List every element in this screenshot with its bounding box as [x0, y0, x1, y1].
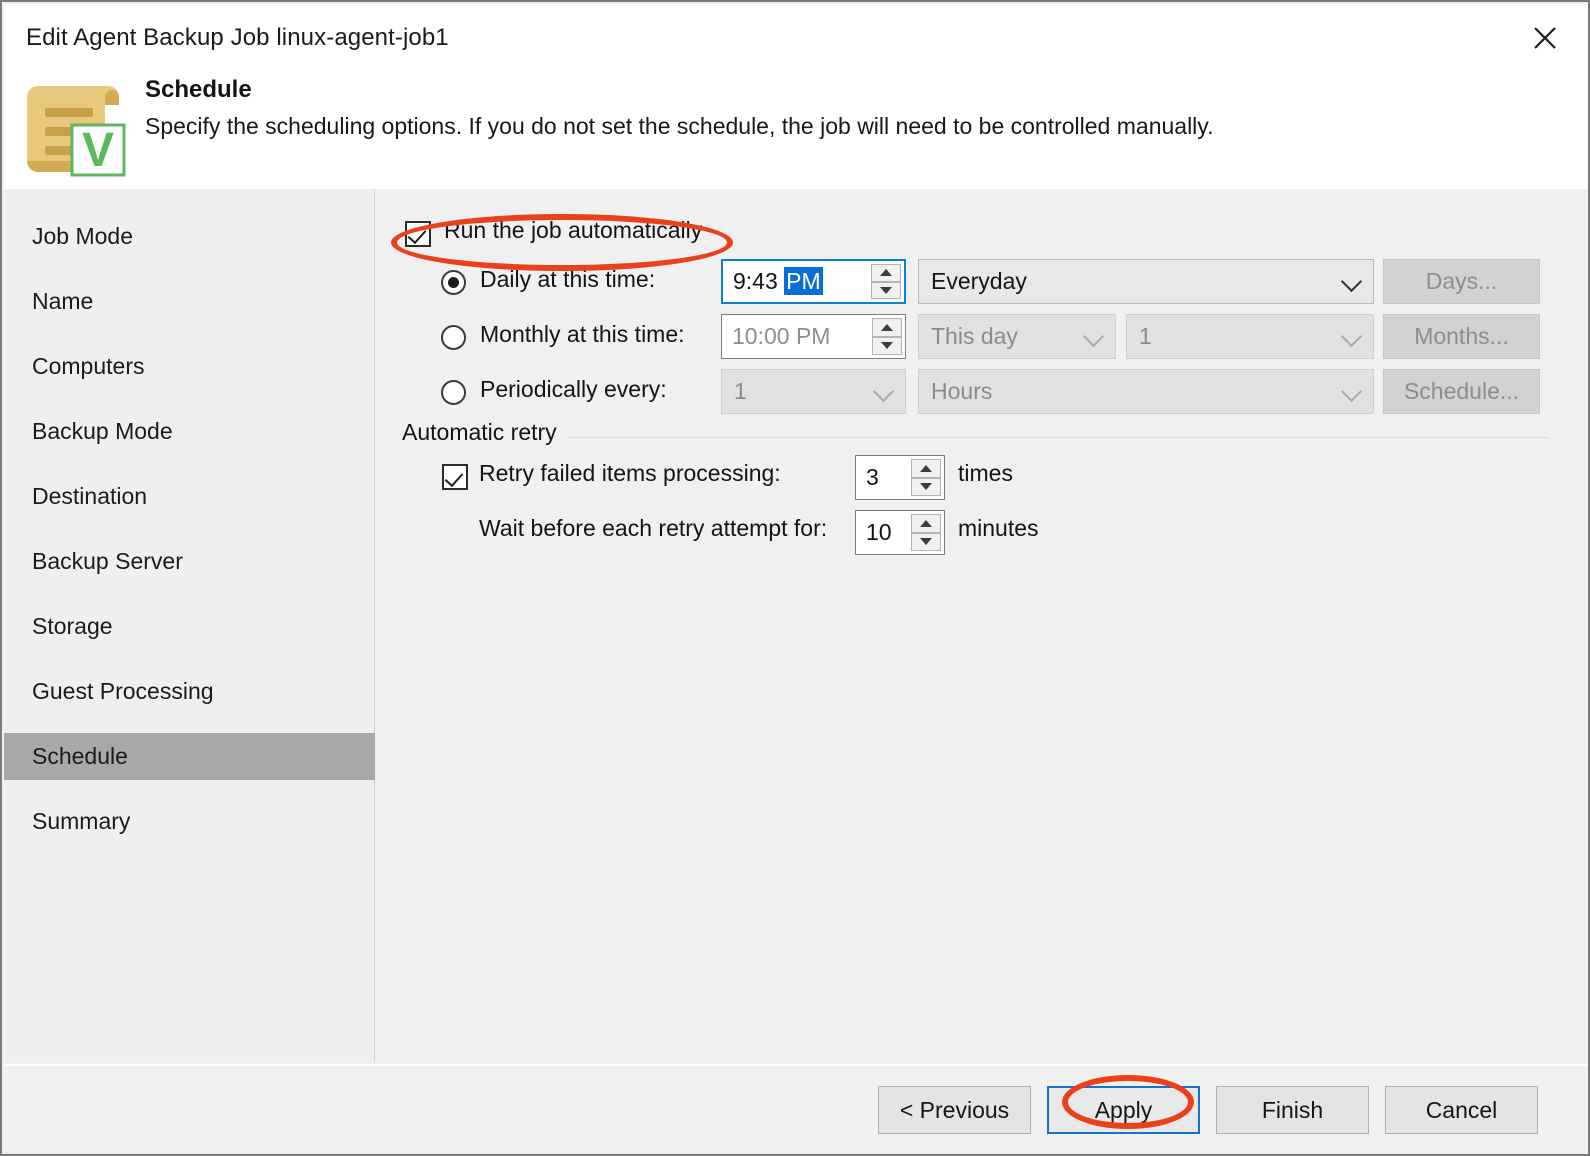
run-automatically-checkbox[interactable] [405, 221, 431, 247]
cancel-button-label: Cancel [1425, 1096, 1498, 1123]
window-title: Edit Agent Backup Job linux-agent-job1 [26, 24, 449, 51]
wait-before-retry-label: Wait before each retry attempt for: [479, 515, 828, 541]
dialog-footer: < Previous Apply Finish Cancel [4, 1064, 1588, 1154]
monthly-day-kind-dropdown[interactable]: This day [918, 314, 1116, 359]
monthly-day-kind-value: This day [931, 323, 1018, 349]
apply-button[interactable]: Apply [1047, 1086, 1200, 1134]
sidebar-item-guest-processing[interactable]: Guest Processing [4, 668, 375, 715]
retry-times-unit-label: times [958, 460, 1013, 486]
sidebar-item-backup-mode[interactable]: Backup Mode [4, 408, 375, 455]
retry-times-spin-down[interactable] [911, 477, 941, 496]
wait-minutes-value: 10 [866, 519, 892, 545]
wait-minutes-spinner[interactable] [911, 514, 941, 551]
sidebar-item-label: Destination [32, 483, 148, 509]
daily-time-spin-down[interactable] [871, 281, 901, 299]
sidebar-item-label: Schedule [32, 743, 128, 769]
close-icon[interactable] [1518, 14, 1572, 62]
days-button-label: Days... [1425, 268, 1498, 294]
schedule-button[interactable]: Schedule... [1383, 369, 1540, 414]
cancel-button[interactable]: Cancel [1385, 1086, 1538, 1134]
sidebar-item-schedule[interactable]: Schedule [4, 733, 375, 780]
sidebar-item-label: Name [32, 288, 94, 314]
periodically-interval-value: 1 [734, 378, 747, 404]
sidebar-item-label: Computers [32, 353, 145, 379]
monthly-time-spin-down[interactable] [872, 336, 902, 355]
sidebar-item-label: Job Mode [32, 223, 134, 249]
sidebar-item-label: Backup Server [32, 548, 183, 574]
sidebar-item-label: Storage [32, 613, 113, 639]
daily-label: Daily at this time: [480, 266, 656, 292]
page-title: Schedule [145, 76, 252, 103]
automatic-retry-group-label: Automatic retry [402, 419, 567, 446]
wait-minutes-spin-down[interactable] [911, 532, 941, 551]
chevron-down-icon [1340, 325, 1363, 347]
wizard-steps-sidebar: Job Mode Name Computers Backup Mode Dest… [4, 189, 375, 1062]
sidebar-item-storage[interactable]: Storage [4, 603, 375, 650]
sidebar-item-backup-server[interactable]: Backup Server [4, 538, 375, 585]
wait-minutes-input[interactable]: 10 [855, 510, 945, 555]
months-button-label: Months... [1414, 323, 1509, 349]
finish-button-label: Finish [1261, 1096, 1324, 1123]
daily-time-selected-part: PM [784, 267, 823, 295]
periodically-interval-dropdown[interactable]: 1 [721, 369, 906, 414]
monthly-day-number-value: 1 [1139, 323, 1152, 349]
schedule-settings-panel: Run the job automatically Daily at this … [376, 189, 1588, 1062]
daily-time-spin-up[interactable] [871, 264, 901, 282]
sidebar-item-label: Guest Processing [32, 678, 214, 704]
chevron-down-icon [1340, 380, 1363, 402]
days-button[interactable]: Days... [1383, 259, 1540, 304]
retry-times-spinner[interactable] [911, 459, 941, 496]
automatic-retry-divider [566, 437, 1549, 438]
periodically-label: Periodically every: [480, 376, 667, 402]
months-button[interactable]: Months... [1383, 314, 1540, 359]
sidebar-item-computers[interactable]: Computers [4, 343, 375, 390]
monthly-time-input[interactable]: 10:00 PM [721, 314, 906, 359]
edit-agent-backup-job-dialog: Edit Agent Backup Job linux-agent-job1 V… [0, 0, 1590, 1156]
monthly-label: Monthly at this time: [480, 321, 685, 347]
sidebar-item-summary[interactable]: Summary [4, 798, 375, 845]
monthly-time-spin-up[interactable] [872, 318, 902, 337]
monthly-day-number-dropdown[interactable]: 1 [1126, 314, 1374, 359]
daily-time-spinner[interactable] [871, 264, 901, 299]
dialog-header: Edit Agent Backup Job linux-agent-job1 V… [4, 4, 1588, 189]
page-subtitle: Specify the scheduling options. If you d… [145, 113, 1214, 139]
schedule-button-label: Schedule... [1403, 378, 1520, 404]
daily-time-input[interactable]: 9:43 PM [721, 259, 906, 304]
sidebar-item-job-mode[interactable]: Job Mode [4, 213, 375, 260]
run-automatically-label: Run the job automatically [444, 217, 703, 243]
retry-failed-checkbox[interactable] [442, 464, 468, 490]
periodically-unit-value: Hours [931, 378, 993, 404]
previous-button[interactable]: < Previous [878, 1086, 1031, 1134]
daily-frequency-dropdown[interactable]: Everyday [918, 259, 1374, 304]
sidebar-item-label: Summary [32, 808, 131, 834]
chevron-down-icon [872, 380, 895, 402]
chevron-down-icon [1082, 325, 1105, 347]
monthly-time-spinner[interactable] [872, 318, 902, 355]
daily-frequency-value: Everyday [931, 268, 1027, 294]
daily-radio[interactable] [441, 270, 466, 295]
wait-minutes-spin-up[interactable] [911, 514, 941, 533]
sidebar-item-label: Backup Mode [32, 418, 173, 444]
daily-time-value: 9:43 PM [733, 267, 823, 295]
finish-button[interactable]: Finish [1216, 1086, 1369, 1134]
monthly-time-value: 10:00 PM [732, 323, 831, 349]
sidebar-item-destination[interactable]: Destination [4, 473, 375, 520]
periodically-unit-dropdown[interactable]: Hours [918, 369, 1374, 414]
retry-failed-label: Retry failed items processing: [479, 460, 781, 486]
periodically-radio[interactable] [441, 380, 466, 405]
apply-button-label: Apply [1094, 1096, 1153, 1123]
previous-button-label: < Previous [899, 1096, 1010, 1123]
retry-times-value: 3 [866, 464, 879, 490]
retry-times-spin-up[interactable] [911, 459, 941, 478]
dialog-body: Job Mode Name Computers Backup Mode Dest… [4, 189, 1588, 1062]
monthly-radio[interactable] [441, 325, 466, 350]
schedule-document-icon: V [20, 82, 130, 178]
chevron-down-icon [1340, 270, 1363, 292]
wait-minutes-unit-label: minutes [958, 515, 1039, 541]
sidebar-item-name[interactable]: Name [4, 278, 375, 325]
svg-text:V: V [82, 124, 114, 177]
retry-times-input[interactable]: 3 [855, 455, 945, 500]
